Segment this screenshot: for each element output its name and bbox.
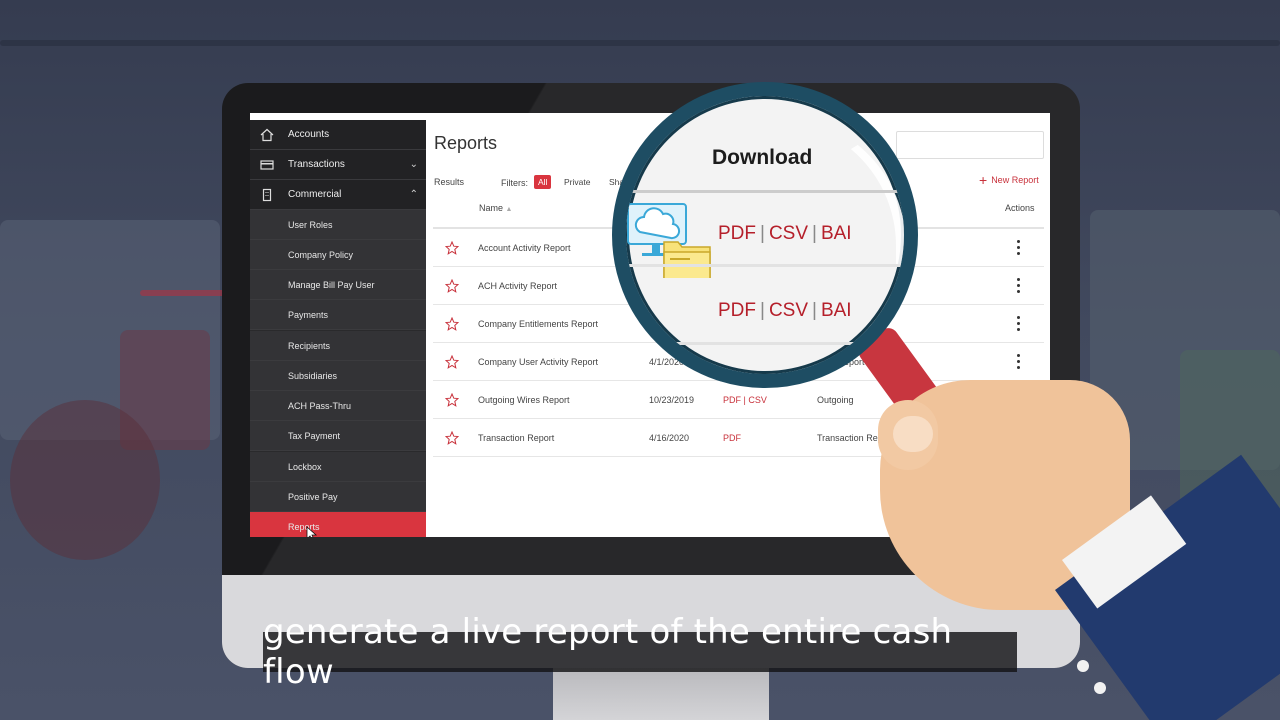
pdf-link[interactable]: PDF — [718, 300, 756, 321]
star-icon[interactable] — [445, 431, 459, 445]
chevron-down-icon: ⌄ — [409, 159, 418, 170]
sidebar-item-subsidiaries[interactable]: Subsidiaries — [250, 361, 426, 391]
sidebar-item-recipients[interactable]: Recipients — [250, 331, 426, 361]
report-type: Transaction Rep — [817, 433, 883, 443]
csv-link[interactable]: CSV — [769, 223, 808, 244]
sidebar-item-manage-bill-pay-user[interactable]: Manage Bill Pay User — [250, 270, 426, 300]
report-name[interactable]: Company User Activity Report — [478, 357, 598, 367]
filter-private[interactable]: Private — [560, 175, 594, 189]
report-name[interactable]: ACH Activity Report — [478, 281, 557, 291]
sidebar-item-transactions[interactable]: Transactions ⌄ — [250, 150, 426, 180]
more-actions-icon[interactable] — [1016, 240, 1020, 256]
report-date: 10/23/2019 — [649, 395, 695, 405]
more-actions-icon[interactable] — [1016, 316, 1020, 332]
download-formats-line-1: PDF | CSV | BAI — [718, 223, 852, 244]
report-formats[interactable]: PDF | CSV — [723, 395, 767, 405]
sidebar-item-positive-pay[interactable]: Positive Pay — [250, 482, 426, 512]
pdf-link[interactable]: PDF — [718, 223, 756, 244]
report-name[interactable]: Transaction Report — [478, 433, 554, 443]
building-icon — [262, 188, 272, 201]
star-icon[interactable] — [445, 317, 459, 331]
bai-link[interactable]: BAI — [821, 223, 852, 244]
video-caption: generate a live report of the entire cas… — [263, 612, 1017, 692]
sidebar-item-commercial[interactable]: Commercial ⌃ — [250, 180, 426, 210]
home-icon — [260, 128, 274, 141]
chevron-up-icon: ⌃ — [409, 189, 418, 200]
cuff-button — [1094, 682, 1106, 694]
sidebar-item-reports[interactable]: Reports — [250, 512, 426, 537]
report-date: 4/16/2020 — [649, 433, 690, 443]
report-name[interactable]: Outgoing Wires Report — [478, 395, 570, 405]
report-name[interactable]: Account Activity Report — [478, 243, 571, 253]
search-input[interactable] — [896, 131, 1044, 159]
sidebar-item-tax-payment[interactable]: Tax Payment — [250, 421, 426, 451]
sidebar-item-payments[interactable]: Payments — [250, 300, 426, 330]
column-header-name[interactable]: Name ▲ — [479, 203, 512, 213]
cuff-button — [1077, 660, 1089, 672]
filter-all[interactable]: All — [534, 175, 552, 189]
bai-link[interactable]: BAI — [821, 300, 852, 321]
report-formats[interactable]: PDF — [723, 433, 741, 443]
download-heading: Download — [712, 146, 813, 169]
sort-up-icon: ▲ — [505, 206, 513, 213]
results-label: Results — [434, 177, 465, 187]
star-icon[interactable] — [445, 279, 459, 293]
card-icon — [260, 159, 274, 170]
sidebar: Accounts Transactions ⌄ Commercial ⌃ Use… — [250, 120, 426, 537]
more-actions-icon[interactable] — [1016, 278, 1020, 294]
new-report-button[interactable]: + New Report — [979, 172, 1039, 188]
sidebar-item-lockbox[interactable]: Lockbox — [250, 452, 426, 482]
page-title: Reports — [434, 133, 498, 153]
filters-label: Filters: — [501, 178, 528, 188]
report-name[interactable]: Company Entitlements Report — [478, 319, 598, 329]
star-icon[interactable] — [445, 393, 459, 407]
magnifier-lens: Download PDF | CSV | BAI PDF | CSV | BAI — [612, 82, 918, 388]
star-icon[interactable] — [445, 355, 459, 369]
report-type: Outgoing — [817, 395, 854, 405]
more-actions-icon[interactable] — [1016, 354, 1020, 370]
plus-icon: + — [979, 172, 988, 188]
sidebar-item-user-roles[interactable]: User Roles — [250, 210, 426, 240]
sidebar-item-company-policy[interactable]: Company Policy — [250, 240, 426, 270]
csv-link[interactable]: CSV — [769, 300, 808, 321]
sidebar-item-accounts[interactable]: Accounts — [250, 120, 426, 150]
sidebar-item-ach-pass-thru[interactable]: ACH Pass-Thru — [250, 391, 426, 421]
magnifying-glass: Download PDF | CSV | BAI PDF | CSV | BAI — [612, 82, 918, 388]
download-formats-line-2: PDF | CSV | BAI — [718, 300, 852, 321]
column-header-actions: Actions — [1005, 203, 1035, 213]
mouse-cursor-icon — [306, 526, 318, 537]
thumb-nail — [893, 416, 933, 452]
star-icon[interactable] — [445, 241, 459, 255]
